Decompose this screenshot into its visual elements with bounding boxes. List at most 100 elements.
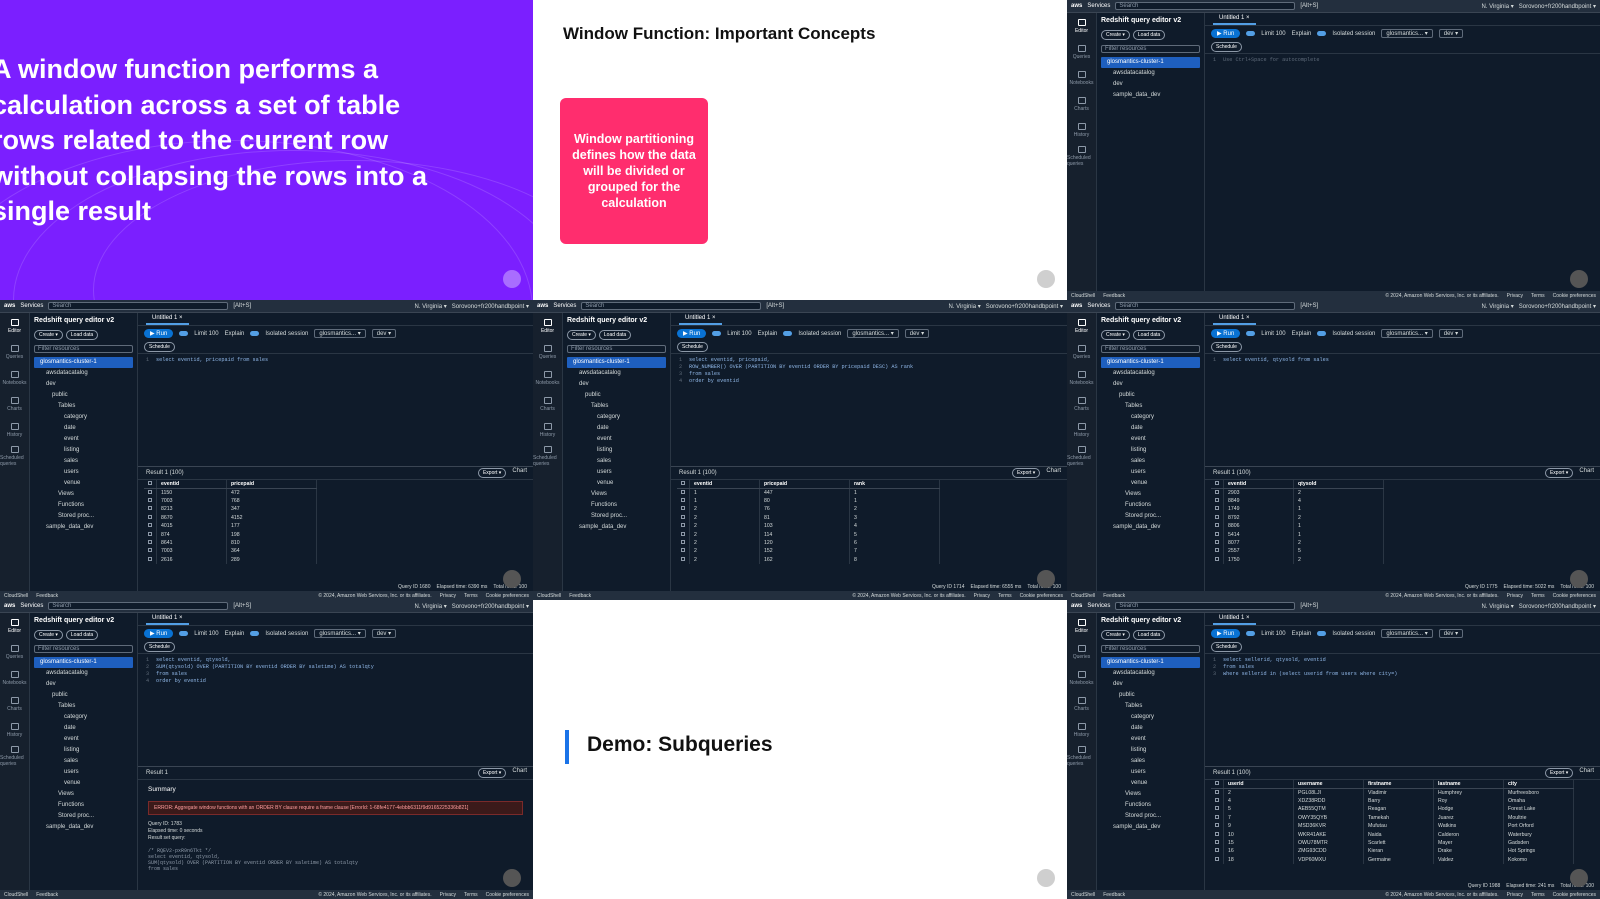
tree-node[interactable]: listing xyxy=(1101,445,1200,456)
result-tab[interactable]: Result 1 (100) xyxy=(146,470,184,476)
table-row[interactable]: 2616 289 xyxy=(144,555,317,564)
table-row[interactable]: 7003 768 xyxy=(144,496,317,506)
column-header[interactable]: eventid xyxy=(1223,480,1294,489)
rail-history[interactable]: History xyxy=(1067,717,1096,743)
services-menu[interactable]: Services xyxy=(553,303,576,309)
cluster-select[interactable]: glosmantics... ▾ xyxy=(314,629,366,638)
schedule-button[interactable]: Schedule xyxy=(677,342,708,352)
table-row[interactable]: 874 198 xyxy=(144,530,317,539)
column-header[interactable]: eventid xyxy=(689,480,760,489)
schedule-button[interactable]: Schedule xyxy=(144,642,175,652)
tree-node[interactable]: venue xyxy=(34,778,133,789)
tree-node[interactable]: glosmantics-cluster-1 xyxy=(1101,657,1200,668)
tree-node[interactable]: public xyxy=(1101,390,1200,401)
tree-node[interactable]: Stored proc... xyxy=(1101,511,1200,522)
feedback-link[interactable]: Feedback xyxy=(36,593,58,599)
table-row[interactable]: 8077 2 xyxy=(1211,538,1384,548)
table-row[interactable]: 1150 472 xyxy=(144,488,317,497)
tree-node[interactable]: users xyxy=(34,467,133,478)
limit-toggle[interactable] xyxy=(1246,31,1256,36)
rail-notebooks[interactable]: Notebooks xyxy=(1067,365,1096,391)
sql-editor[interactable]: 1 select eventid, qtysold from sales xyxy=(1205,354,1600,466)
tree-node[interactable]: sales xyxy=(34,756,133,767)
limit-toggle[interactable] xyxy=(179,631,189,636)
tab-untitled-1[interactable]: Untitled 1 × xyxy=(679,313,722,325)
run-button[interactable]: ▶ Run xyxy=(1211,29,1241,38)
cloudshell-link[interactable]: CloudShell xyxy=(4,593,28,599)
database-select[interactable]: dev ▾ xyxy=(1438,29,1464,38)
tree-node[interactable]: public xyxy=(34,390,133,401)
cluster-select[interactable]: glosmantics... ▾ xyxy=(314,329,366,338)
rail-editor[interactable]: Editor xyxy=(0,313,29,339)
load-data-button[interactable]: Load data xyxy=(1132,30,1166,40)
database-select[interactable]: dev ▾ xyxy=(904,329,930,338)
region-selector[interactable]: N. Virginia ▾ xyxy=(1482,603,1514,610)
filter-resources-input[interactable]: Filter resources xyxy=(567,345,666,353)
sql-editor[interactable]: 1 select eventid, pricepaid, 2 ROW_NUMBER()… xyxy=(671,354,1067,466)
services-menu[interactable]: Services xyxy=(1087,3,1110,9)
privacy-link[interactable]: Privacy xyxy=(440,593,456,599)
tree-node[interactable]: sales xyxy=(567,456,666,467)
services-menu[interactable]: Services xyxy=(1087,303,1110,309)
rail-editor[interactable]: Editor xyxy=(533,313,562,339)
tree-node[interactable]: Tables xyxy=(567,401,666,412)
rail-scheduled[interactable]: Scheduled queries xyxy=(0,743,29,769)
terms-link[interactable]: Terms xyxy=(1531,593,1545,599)
database-select[interactable]: dev ▾ xyxy=(1438,329,1464,338)
limit-toggle[interactable] xyxy=(1246,631,1256,636)
terms-link[interactable]: Terms xyxy=(464,892,478,898)
rail-queries[interactable]: Queries xyxy=(0,339,29,365)
cloudshell-link[interactable]: CloudShell xyxy=(1071,892,1095,898)
feedback-link[interactable]: Feedback xyxy=(1103,293,1125,299)
limit-toggle[interactable] xyxy=(712,331,722,336)
tree-node[interactable]: glosmantics-cluster-1 xyxy=(34,657,133,668)
search-input[interactable]: Search xyxy=(48,302,229,310)
filter-resources-input[interactable]: Filter resources xyxy=(1101,45,1200,53)
filter-resources-input[interactable]: Filter resources xyxy=(34,345,133,353)
column-header[interactable]: eventid xyxy=(156,480,227,489)
rail-scheduled[interactable]: Scheduled queries xyxy=(1067,443,1096,469)
tab-untitled-1[interactable]: Untitled 1 × xyxy=(1213,313,1256,325)
tree-node[interactable]: Views xyxy=(567,489,666,500)
cookie-link[interactable]: Cookie preferences xyxy=(1553,593,1596,599)
rail-queries[interactable]: Queries xyxy=(1067,39,1096,65)
sql-editor[interactable]: 1 Use Ctrl+Space for autocomplete xyxy=(1205,54,1600,166)
sql-editor[interactable]: 1 select sellerid, qtysold, eventid 2 from … xyxy=(1205,654,1600,766)
cluster-select[interactable]: glosmantics... ▾ xyxy=(1381,29,1433,38)
rail-scheduled[interactable]: Scheduled queries xyxy=(1067,743,1096,769)
filter-resources-input[interactable]: Filter resources xyxy=(34,645,133,653)
tree-node[interactable]: venue xyxy=(34,478,133,489)
aws-logo[interactable]: aws xyxy=(1071,3,1082,9)
tree-node[interactable]: users xyxy=(1101,467,1200,478)
table-row[interactable]: 2 PGL08LJI Vladimir Humphrey Murfreesboro xyxy=(1211,788,1574,797)
tab-untitled-1[interactable]: Untitled 1 × xyxy=(1213,13,1256,25)
tab-untitled-1[interactable]: Untitled 1 × xyxy=(146,613,189,625)
table-row[interactable]: 2 81 3 xyxy=(677,513,940,522)
export-button[interactable]: Export ▾ xyxy=(477,768,507,778)
cookie-link[interactable]: Cookie preferences xyxy=(1020,593,1063,599)
filter-resources-input[interactable]: Filter resources xyxy=(1101,345,1200,353)
tree-node[interactable]: glosmantics-cluster-1 xyxy=(567,357,666,368)
rail-charts[interactable]: Charts xyxy=(0,691,29,717)
rail-notebooks[interactable]: Notebooks xyxy=(0,665,29,691)
account-menu[interactable]: Sorovono+fr200handbpoint ▾ xyxy=(986,303,1063,310)
column-header[interactable]: pricepaid xyxy=(226,480,317,489)
chart-toggle[interactable]: Chart xyxy=(1579,468,1594,478)
tree-node[interactable]: public xyxy=(1101,690,1200,701)
result-tab[interactable]: Result 1 (100) xyxy=(1213,770,1251,776)
terms-link[interactable]: Terms xyxy=(1531,892,1545,898)
table-row[interactable]: 2 162 8 xyxy=(677,555,940,564)
services-menu[interactable]: Services xyxy=(20,603,43,609)
export-button[interactable]: Export ▾ xyxy=(1544,768,1574,778)
cluster-select[interactable]: glosmantics... ▾ xyxy=(1381,629,1433,638)
table-row[interactable]: 2 114 5 xyxy=(677,530,940,539)
limit-toggle[interactable] xyxy=(1246,331,1256,336)
tree-node[interactable]: event xyxy=(34,734,133,745)
result-tab[interactable]: Result 1 (100) xyxy=(679,470,717,476)
tab-untitled-1[interactable]: Untitled 1 × xyxy=(1213,613,1256,625)
table-row[interactable]: 7 OWY35QYB Tamekah Juarez Moultrie xyxy=(1211,813,1574,822)
cluster-select[interactable]: glosmantics... ▾ xyxy=(847,329,899,338)
tree-node[interactable]: Tables xyxy=(34,701,133,712)
tree-node[interactable]: Stored proc... xyxy=(34,511,133,522)
table-row[interactable]: 8806 1 xyxy=(1211,521,1384,531)
